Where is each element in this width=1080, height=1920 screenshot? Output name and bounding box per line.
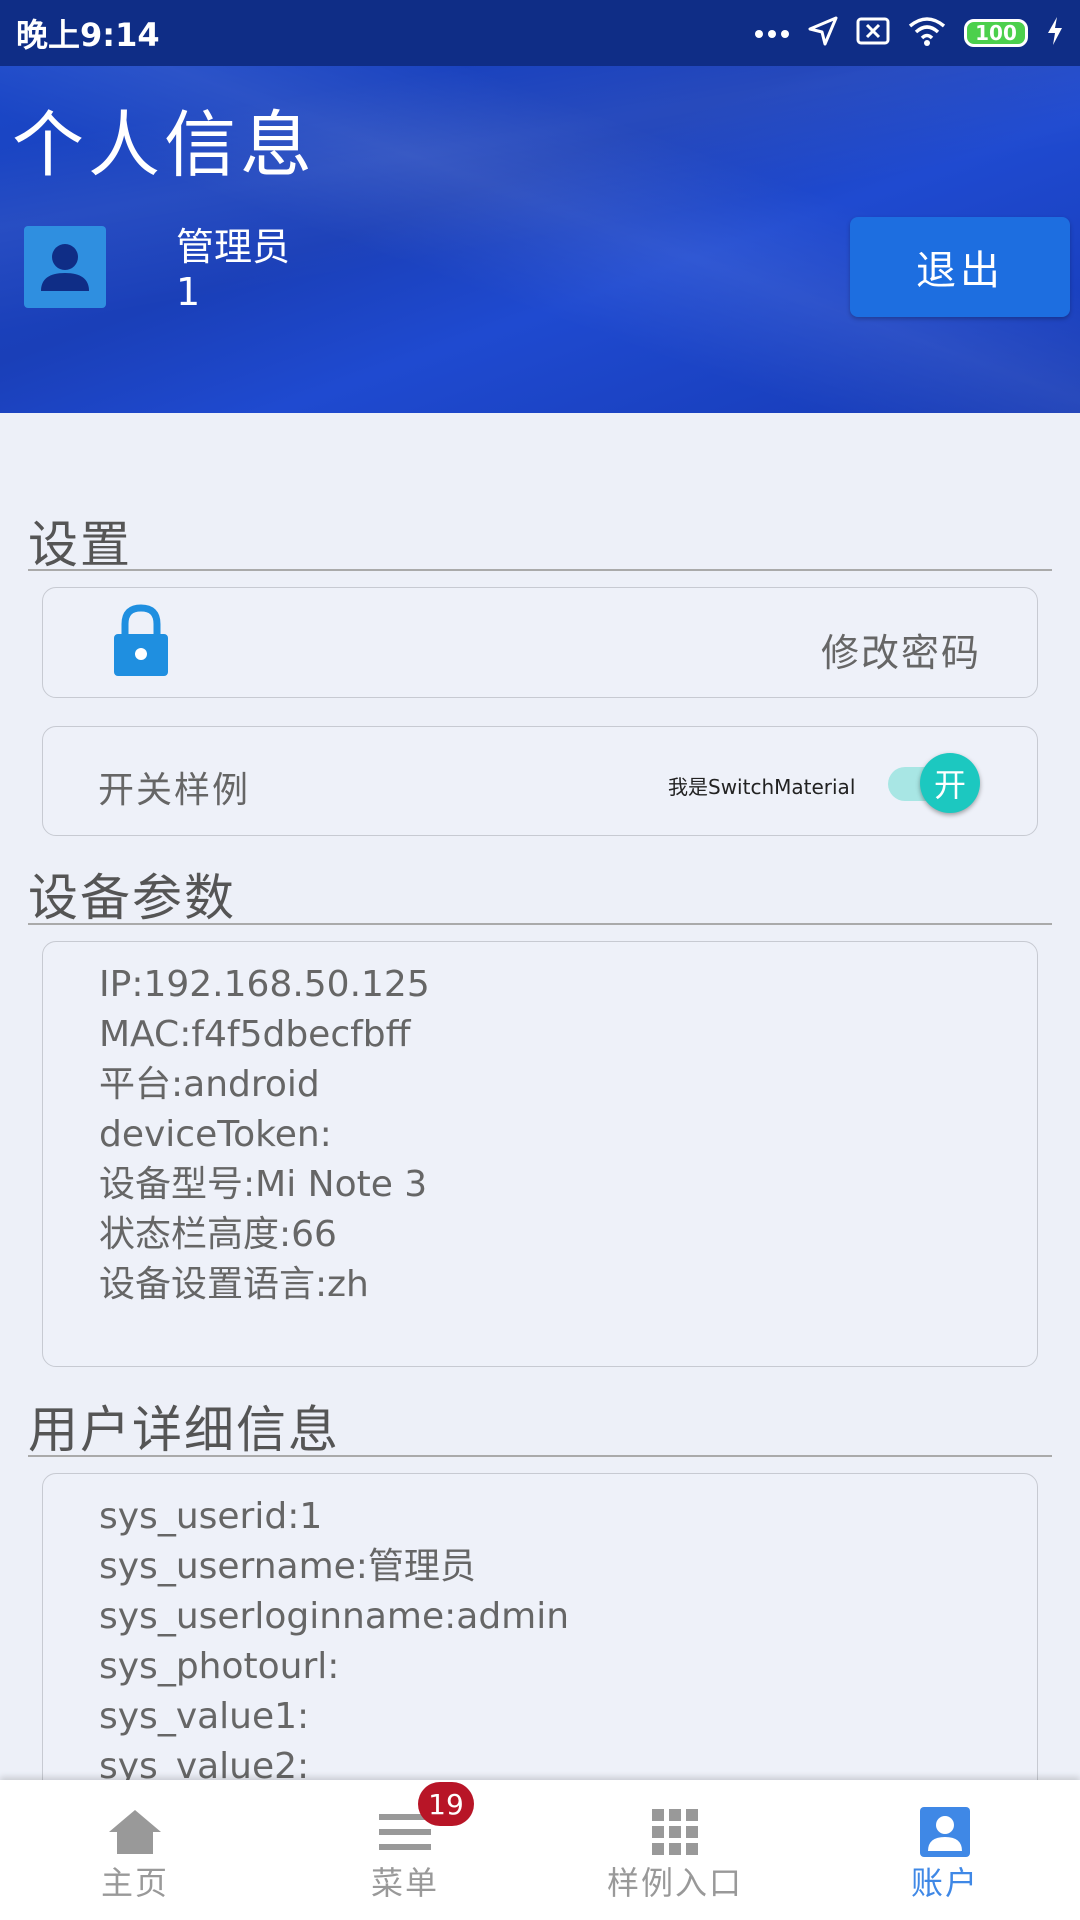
change-password-row[interactable]: 修改密码 — [42, 587, 1038, 698]
grid-icon — [652, 1808, 698, 1856]
lock-icon — [111, 604, 171, 684]
device-info-line: 状态栏高度:66 — [99, 1214, 337, 1255]
user-detail-line: sys_value1: — [99, 1696, 310, 1737]
device-section-title: 设备参数 — [28, 869, 236, 927]
switch-thumb[interactable]: 开 — [920, 753, 980, 813]
user-detail-line: sys_userid:1 — [99, 1496, 323, 1537]
nav-item-menu[interactable]: 菜单 19 — [270, 1780, 540, 1920]
user-detail-line: sys_userloginname:admin — [99, 1596, 570, 1637]
settings-section-title: 设置 — [28, 516, 132, 574]
nav-item-samples[interactable]: 样例入口 — [540, 1780, 810, 1920]
device-info-line: deviceToken: — [99, 1114, 332, 1155]
user-detail-line: sys_photourl: — [99, 1646, 340, 1687]
device-info-line: IP:192.168.50.125 — [99, 964, 430, 1005]
nav-item-home[interactable]: 主页 — [0, 1780, 270, 1920]
divider — [28, 569, 1052, 571]
location-icon — [808, 16, 838, 50]
menu-badge: 19 — [418, 1782, 474, 1826]
user-detail-list: sys_userid:1 sys_username:管理员 sys_userlo… — [99, 1492, 569, 1792]
more-dots-icon — [754, 24, 790, 43]
device-info-line: 设备型号:Mi Note 3 — [99, 1164, 428, 1205]
device-info-line: MAC:f4f5dbecfbff — [99, 1014, 411, 1055]
switch-sample-row: 开关样例 我是SwitchMaterial 开 — [42, 726, 1038, 836]
divider — [28, 1455, 1052, 1457]
device-info-line: 设备设置语言:zh — [99, 1264, 369, 1305]
account-icon — [920, 1807, 970, 1857]
person-icon — [41, 244, 89, 291]
user-detail-line: sys_username:管理员 — [99, 1546, 476, 1587]
profile-header: 个人信息 管理员 1 退出 — [0, 66, 1080, 413]
nav-label-samples: 样例入口 — [606, 1864, 743, 1902]
wifi-icon — [908, 16, 946, 50]
status-time: 晚上9:14 — [16, 16, 160, 54]
status-bar: 晚上9:14 100 — [0, 0, 1080, 66]
change-password-label: 修改密码 — [820, 631, 981, 675]
logout-button[interactable]: 退出 — [850, 217, 1070, 317]
user-detail-section-title: 用户详细信息 — [28, 1401, 340, 1459]
user-id: 1 — [176, 270, 201, 314]
nav-label-home: 主页 — [100, 1864, 169, 1902]
switch-sample-label: 开关样例 — [98, 770, 251, 811]
divider — [28, 923, 1052, 925]
status-icons: 100 — [754, 16, 1064, 50]
battery-icon: 100 — [964, 19, 1028, 47]
nav-label-menu: 菜单 — [370, 1864, 439, 1902]
device-info-line: 平台:android — [99, 1064, 320, 1105]
device-info-card: IP:192.168.50.125 MAC:f4f5dbecfbff 平台:an… — [42, 941, 1038, 1367]
nav-label-account: 账户 — [910, 1864, 979, 1902]
bottom-nav: 主页 菜单 19 样例入口 账户 — [0, 1780, 1080, 1920]
charging-icon — [1046, 16, 1064, 50]
page-title: 个人信息 — [12, 103, 317, 187]
home-icon — [107, 1808, 163, 1856]
device-info-list: IP:192.168.50.125 MAC:f4f5dbecfbff 平台:an… — [99, 960, 430, 1310]
sim-off-icon — [856, 17, 890, 49]
avatar — [24, 226, 106, 308]
switch-description: 我是SwitchMaterial — [668, 775, 856, 799]
nav-item-account[interactable]: 账户 — [810, 1780, 1080, 1920]
user-name: 管理员 — [176, 225, 291, 269]
